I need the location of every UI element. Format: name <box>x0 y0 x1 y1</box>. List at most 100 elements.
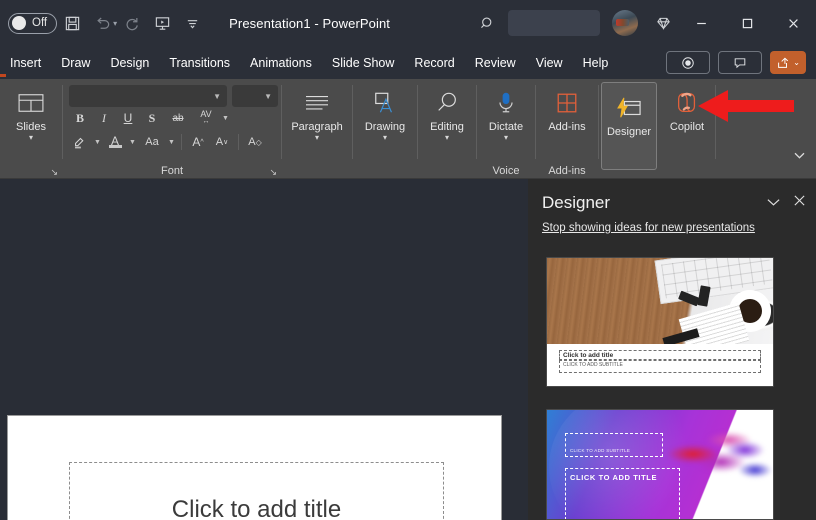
tab-slide-show[interactable]: Slide Show <box>322 50 405 76</box>
slide-canvas[interactable]: Click to add title Click to add subtitle <box>7 415 502 520</box>
ribbon-group-voice: Dictate ▾ Voice <box>477 79 535 179</box>
tab-review[interactable]: Review <box>465 50 526 76</box>
chevron-down-icon[interactable]: ▼ <box>167 139 176 146</box>
design-idea-wooden-desk[interactable]: Click to add title CLICK TO ADD SUBTITLE <box>546 257 774 387</box>
powerpoint-window: Off ▾ Presentation1 - PowerPoint Insert … <box>0 0 816 520</box>
diamond-icon[interactable] <box>648 8 678 38</box>
avatar[interactable] <box>612 10 638 36</box>
autosave-toggle[interactable]: Off <box>8 12 58 34</box>
search-icon[interactable] <box>472 8 502 38</box>
paragraph-button[interactable]: Paragraph ▾ <box>282 79 352 142</box>
add-ins-button[interactable]: Add-ins <box>536 79 598 133</box>
close-button[interactable] <box>770 0 816 46</box>
ribbon-group-font: ▼ ▼ B I U S ab AV ↔ ▼ ▼ A ▼ Aa ▼ A ^ A ∨… <box>63 79 281 179</box>
shadow-button[interactable]: S <box>141 107 163 129</box>
font-color-button[interactable]: A <box>104 131 126 153</box>
mini-subtitle-text: CLICK TO ADD SUBTITLE <box>563 362 623 368</box>
tab-draw[interactable]: Draw <box>51 50 100 76</box>
magnifier-icon <box>433 86 461 120</box>
chevron-down-icon[interactable] <box>766 194 781 212</box>
mini-subtitle-placeholder: CLICK TO ADD SUBTITLE <box>559 360 761 373</box>
shadow-label: S <box>148 110 156 125</box>
tab-record[interactable]: Record <box>404 50 464 76</box>
dictate-button-label: Dictate <box>488 121 524 133</box>
binder-clip-icon <box>697 285 711 307</box>
decrease-font-size-button[interactable]: A ∨ <box>211 131 233 153</box>
editing-button[interactable]: Editing ▾ <box>418 79 476 142</box>
designer-spark-icon <box>614 91 644 125</box>
drawing-button[interactable]: Drawing ▾ <box>353 79 417 142</box>
slides-button-label: Slides <box>16 121 46 133</box>
character-spacing-button[interactable]: AV ↔ <box>193 107 219 129</box>
chevron-down-icon[interactable]: ▼ <box>213 92 221 101</box>
title-placeholder-text: Click to add title <box>171 496 342 520</box>
design-idea-purple-gradient[interactable]: CLICK TO ADD SUBTITLE CLICK TO ADD TITLE <box>546 409 774 520</box>
italic-button[interactable]: I <box>93 107 115 129</box>
save-icon[interactable] <box>57 8 87 38</box>
chevron-down-icon[interactable]: ▼ <box>128 139 137 146</box>
underline-label: U <box>123 111 133 125</box>
chevron-down-icon[interactable]: ▾ <box>383 133 387 142</box>
character-spacing-label: AV <box>200 109 212 119</box>
comments-button[interactable] <box>718 51 763 74</box>
strikethrough-button[interactable]: ab <box>165 107 191 129</box>
file-tab-indicator[interactable] <box>0 74 6 77</box>
customize-quick-access-toolbar-icon[interactable] <box>177 8 207 38</box>
clear-formatting-label: A <box>248 136 256 148</box>
text-highlight-color-button[interactable] <box>69 131 91 153</box>
maximize-button[interactable] <box>724 0 770 46</box>
ribbon-group-slides: Slides ▾ ↘ <box>0 79 62 179</box>
tab-animations[interactable]: Animations <box>240 50 322 76</box>
change-case-label: Aa <box>145 136 159 148</box>
slides-button[interactable]: Slides ▾ <box>0 79 62 142</box>
ribbon-group-designer: Designer <box>599 79 659 179</box>
increase-font-size-button[interactable]: A ^ <box>187 131 209 153</box>
start-presentation-icon[interactable] <box>147 8 177 38</box>
tab-insert[interactable]: Insert <box>0 50 51 76</box>
change-case-button[interactable]: Aa <box>139 131 165 153</box>
ribbon-group-editing: Editing ▾ <box>418 79 476 179</box>
designer-pane-header: Designer <box>528 179 816 213</box>
chevron-down-icon[interactable]: ▾ <box>315 133 319 142</box>
divider <box>238 134 239 150</box>
record-button[interactable] <box>666 51 711 74</box>
chevron-down-icon[interactable]: ▾ <box>29 133 33 142</box>
close-icon[interactable] <box>793 194 806 212</box>
bold-button[interactable]: B <box>69 107 91 129</box>
clear-all-formatting-button[interactable]: A ◇ <box>244 131 266 153</box>
redo-icon[interactable] <box>117 8 147 38</box>
chevron-down-icon[interactable]: ▾ <box>445 133 449 142</box>
tab-help[interactable]: Help <box>573 50 619 76</box>
paragraph-group-label <box>282 163 352 179</box>
underline-button[interactable]: U <box>117 107 139 129</box>
chevron-down-icon[interactable]: ▼ <box>264 92 272 101</box>
share-dropdown-icon[interactable]: ⌄ <box>793 58 800 67</box>
minimize-button[interactable] <box>678 0 724 46</box>
tab-view[interactable]: View <box>526 50 573 76</box>
chevron-down-icon[interactable] <box>793 151 806 163</box>
design-idea-text-area: Click to add title CLICK TO ADD SUBTITLE <box>547 344 773 386</box>
slides-dialog-launcher[interactable]: ↘ <box>50 167 58 178</box>
title-placeholder[interactable]: Click to add title <box>69 462 444 520</box>
designer-pane-title: Designer <box>542 193 611 212</box>
designer-button[interactable]: Designer <box>601 82 657 170</box>
addins-group-label: Add-ins <box>548 165 586 177</box>
mini-title-text: Click to add title <box>563 352 614 359</box>
share-button[interactable]: ⌄ <box>770 51 806 74</box>
copilot-group-label <box>659 163 715 179</box>
slide-editing-area[interactable]: Click to add title Click to add subtitle <box>0 179 528 520</box>
italic-label: I <box>102 110 106 125</box>
font-dialog-launcher[interactable]: ↘ <box>269 167 277 178</box>
tab-design[interactable]: Design <box>100 50 159 76</box>
chevron-down-icon[interactable]: ▾ <box>504 133 508 142</box>
font-size-input[interactable]: ▼ <box>232 85 278 107</box>
search-input[interactable] <box>508 10 600 36</box>
tab-transitions[interactable]: Transitions <box>159 50 240 76</box>
chevron-down-icon[interactable]: ▼ <box>93 139 102 146</box>
chevron-down-icon[interactable]: ▼ <box>221 115 230 122</box>
font-name-input[interactable]: ▼ <box>69 85 227 107</box>
autosave-label: Off <box>32 17 48 29</box>
stop-showing-ideas-link[interactable]: Stop showing ideas for new presentations <box>542 222 755 234</box>
dictate-button[interactable]: Dictate ▾ <box>477 79 535 142</box>
drawing-button-label: Drawing <box>364 121 406 133</box>
